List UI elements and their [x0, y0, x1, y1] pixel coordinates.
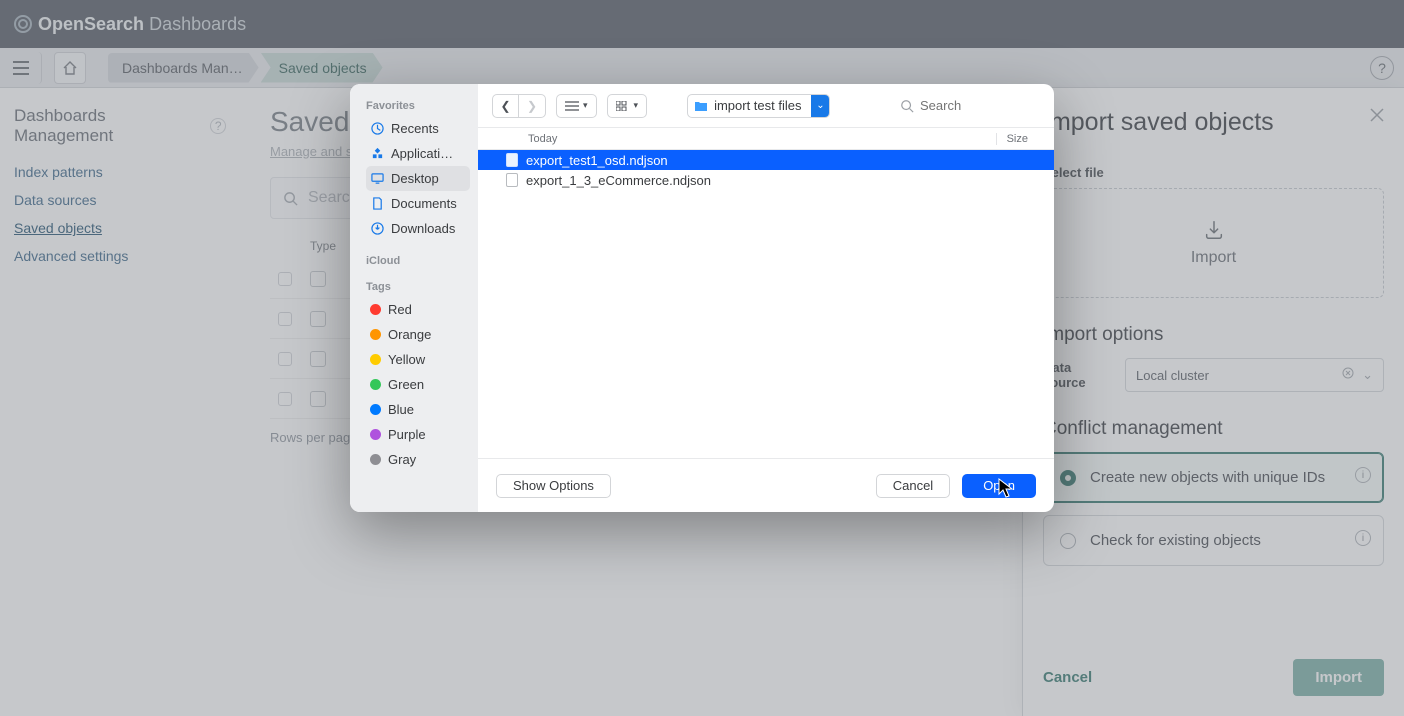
chevron-down-icon: ▾ — [634, 100, 639, 111]
favorite-desktop[interactable]: Desktop — [366, 166, 470, 191]
dialog-search[interactable] — [840, 98, 1040, 113]
tag-item[interactable]: Red — [366, 297, 470, 322]
file-icon — [506, 173, 518, 187]
tag-label: Gray — [388, 452, 416, 467]
folder-name: import test files — [714, 98, 801, 113]
file-list: export_test1_osd.ndjson export_1_3_eComme… — [478, 150, 1054, 458]
download-icon — [370, 222, 384, 235]
file-icon — [506, 153, 518, 167]
favorite-label: Documents — [391, 196, 457, 211]
icloud-group-label: iCloud — [366, 255, 470, 267]
tag-item[interactable]: Yellow — [366, 347, 470, 372]
tag-item[interactable]: Gray — [366, 447, 470, 472]
tag-label: Red — [388, 302, 412, 317]
nav-arrows: ❮ ❯ — [492, 94, 546, 118]
dialog-toolbar: ❮ ❯ ▾ ▾ import test files ⌄ — [478, 84, 1054, 128]
view-mode-list[interactable]: ▾ — [556, 94, 597, 118]
favorite-label: Downloads — [391, 221, 455, 236]
tag-item[interactable]: Purple — [366, 422, 470, 447]
forward-button[interactable]: ❯ — [519, 95, 545, 117]
favorite-label: Desktop — [391, 171, 439, 186]
list-icon — [565, 101, 579, 111]
back-button[interactable]: ❮ — [493, 95, 519, 117]
favorite-doc[interactable]: Documents — [366, 191, 470, 216]
file-name: export_test1_osd.ndjson — [526, 153, 668, 168]
file-row[interactable]: export_test1_osd.ndjson — [478, 150, 1054, 170]
cursor-icon — [998, 478, 1014, 498]
search-icon — [900, 99, 914, 113]
file-row[interactable]: export_1_3_eCommerce.ndjson — [478, 170, 1054, 190]
col-size[interactable]: Size — [996, 133, 1028, 145]
tag-dot-icon — [370, 304, 381, 315]
file-name: export_1_3_eCommerce.ndjson — [526, 173, 711, 188]
group-mode[interactable]: ▾ — [607, 94, 648, 118]
favorite-clock[interactable]: Recents — [366, 116, 470, 141]
dialog-cancel-button[interactable]: Cancel — [876, 474, 950, 498]
doc-icon — [370, 197, 384, 210]
show-options-button[interactable]: Show Options — [496, 474, 611, 498]
folder-path-select[interactable]: import test files ⌄ — [687, 94, 830, 118]
dialog-sidebar: Favorites Recents Applicati… Desktop Docume… — [350, 84, 478, 512]
folder-dropdown-icon: ⌄ — [811, 95, 829, 117]
desktop-icon — [370, 172, 384, 185]
favorite-label: Applicati… — [391, 146, 453, 161]
tag-item[interactable]: Orange — [366, 322, 470, 347]
dialog-search-input[interactable] — [920, 98, 1040, 113]
col-today[interactable]: Today — [528, 133, 557, 145]
file-open-dialog: Favorites Recents Applicati… Desktop Docume… — [350, 84, 1054, 512]
favorite-download[interactable]: Downloads — [366, 216, 470, 241]
tag-dot-icon — [370, 454, 381, 465]
clock-icon — [370, 122, 384, 135]
tag-label: Orange — [388, 327, 431, 342]
file-list-header: Today Size — [478, 128, 1054, 150]
tag-dot-icon — [370, 354, 381, 365]
tag-label: Blue — [388, 402, 414, 417]
apps-icon — [370, 147, 384, 160]
tag-dot-icon — [370, 329, 381, 340]
tag-item[interactable]: Blue — [366, 397, 470, 422]
chevron-down-icon: ▾ — [583, 100, 588, 111]
tag-dot-icon — [370, 429, 381, 440]
tag-label: Purple — [388, 427, 426, 442]
tag-dot-icon — [370, 404, 381, 415]
favorite-apps[interactable]: Applicati… — [366, 141, 470, 166]
grid-icon — [616, 101, 630, 111]
dialog-footer: Show Options Cancel Open — [478, 458, 1054, 512]
favorite-label: Recents — [391, 121, 439, 136]
tag-label: Yellow — [388, 352, 425, 367]
tags-group-label: Tags — [366, 281, 470, 293]
folder-icon — [694, 100, 708, 112]
tag-label: Green — [388, 377, 424, 392]
tag-dot-icon — [370, 379, 381, 390]
tag-item[interactable]: Green — [366, 372, 470, 397]
favorites-group-label: Favorites — [366, 100, 470, 112]
